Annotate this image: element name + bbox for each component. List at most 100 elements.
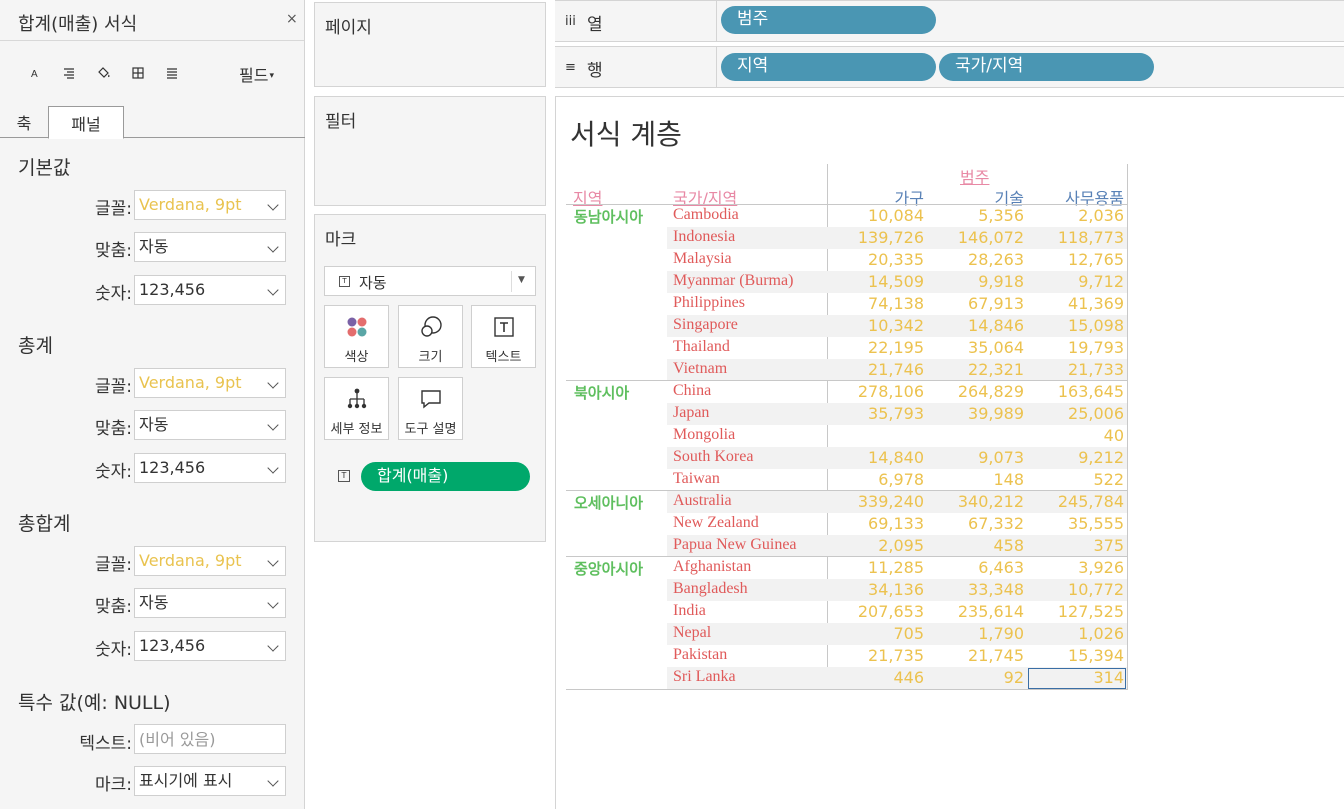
- value-cell: 9,918: [978, 272, 1024, 291]
- grand-totals-number-dropdown[interactable]: 123,456: [134, 631, 286, 661]
- value-cell: 69,133: [868, 514, 924, 533]
- value-cell: 11,285: [868, 558, 924, 577]
- close-icon[interactable]: ×: [286, 11, 298, 27]
- value-cell: 35,793: [868, 404, 924, 423]
- value-cell: 12,765: [1068, 250, 1124, 269]
- value-cell: 339,240: [857, 492, 924, 511]
- country-label: Papua New Guinea: [673, 536, 797, 553]
- country-label: South Korea: [673, 448, 754, 465]
- section-title-totals: 총계: [18, 335, 53, 357]
- tab-pane[interactable]: 패널: [48, 106, 124, 139]
- value-cell: 14,509: [868, 272, 924, 291]
- format-panel: 합계(매출) 서식 × A 필드▾ 축 패널 기본값 글꼴: Verdana, …: [0, 0, 305, 809]
- mark-type-dropdown[interactable]: T 자동 ▼: [324, 266, 536, 296]
- country-label: Indonesia: [673, 228, 736, 245]
- selected-cell[interactable]: [1028, 668, 1126, 689]
- view-title: 서식 계층: [570, 118, 682, 151]
- chevron-down-icon: [267, 462, 279, 474]
- filters-card[interactable]: 필터: [314, 96, 546, 206]
- value-cell: 19,793: [1068, 338, 1124, 357]
- value-cell: 67,332: [968, 514, 1024, 533]
- special-mark-dropdown[interactable]: 표시기에 표시: [134, 766, 286, 796]
- value-cell: 74,138: [868, 294, 924, 313]
- region-divider: [566, 556, 1128, 557]
- chevron-down-icon: [267, 597, 279, 609]
- value-cell: 22,195: [868, 338, 924, 357]
- fields-dropdown[interactable]: 필드▾: [239, 62, 274, 86]
- country-label: Myanmar (Burma): [673, 272, 794, 289]
- tooltip-button[interactable]: 도구 설명: [398, 377, 463, 440]
- country-label: Singapore: [673, 316, 738, 333]
- totals-font-dropdown[interactable]: Verdana, 9pt: [134, 368, 286, 398]
- section-title-special-values: 특수 값(예: NULL): [18, 692, 171, 714]
- country-label: Australia: [673, 492, 732, 509]
- value-cell: 10,342: [868, 316, 924, 335]
- divider: [511, 271, 512, 292]
- size-button[interactable]: 크기: [398, 305, 463, 368]
- country-pill[interactable]: 국가/지역: [939, 53, 1154, 81]
- default-number-dropdown[interactable]: 123,456: [134, 275, 286, 305]
- pages-card[interactable]: 페이지: [314, 2, 546, 87]
- color-button[interactable]: 색상: [324, 305, 389, 368]
- totals-alignment-dropdown[interactable]: 자동: [134, 410, 286, 440]
- font-label: 글꼴:: [94, 377, 132, 397]
- category-pill[interactable]: 범주: [721, 6, 936, 34]
- country-label: India: [673, 602, 706, 619]
- value-cell: 33,348: [968, 580, 1024, 599]
- tab-axis[interactable]: 축: [0, 106, 48, 138]
- value-cell: 6,463: [978, 558, 1024, 577]
- region-label: 북아시아: [574, 384, 630, 402]
- country-label: Philippines: [673, 294, 746, 311]
- shading-icon[interactable]: [92, 62, 114, 84]
- value-cell: 21,733: [1068, 360, 1124, 379]
- value-cell: 5,356: [978, 206, 1024, 225]
- text-format-icon[interactable]: A: [24, 62, 46, 84]
- columns-shelf[interactable]: iii 열: [555, 0, 1344, 42]
- region-divider: [566, 204, 1128, 205]
- grand-totals-font-dropdown[interactable]: Verdana, 9pt: [134, 546, 286, 576]
- chevron-down-icon: [267, 241, 279, 253]
- value-cell: 522: [1093, 470, 1124, 489]
- chevron-down-icon: [267, 284, 279, 296]
- special-text-input[interactable]: [134, 724, 286, 754]
- dropdown-value: 표시기에 표시: [139, 771, 233, 790]
- table-edge: [1127, 164, 1128, 689]
- grand-totals-alignment-dropdown[interactable]: 자동: [134, 588, 286, 618]
- default-alignment-dropdown[interactable]: 자동: [134, 232, 286, 262]
- country-label: Mongolia: [673, 426, 736, 443]
- region-divider: [566, 380, 1128, 381]
- value-cell: 446: [893, 668, 924, 687]
- value-cell: 146,072: [957, 228, 1024, 247]
- value-cell: 39,989: [968, 404, 1024, 423]
- align-icon[interactable]: [58, 62, 80, 84]
- text-button[interactable]: 텍스트: [471, 305, 536, 368]
- alignment-label: 맞춤:: [94, 241, 132, 261]
- section-title-default: 기본값: [18, 157, 71, 179]
- alignment-label: 맞춤:: [94, 597, 132, 617]
- value-cell: 20,335: [868, 250, 924, 269]
- sales-sum-pill[interactable]: 합계(매출): [361, 462, 530, 491]
- value-cell: 67,913: [968, 294, 1024, 313]
- dropdown-value: 자동: [139, 237, 169, 256]
- country-label: China: [673, 382, 712, 399]
- value-cell: 21,735: [868, 646, 924, 665]
- dropdown-value: Verdana, 9pt: [139, 195, 242, 214]
- value-cell: 9,712: [1078, 272, 1124, 291]
- detail-button[interactable]: 세부 정보: [324, 377, 389, 440]
- country-label: Taiwan: [673, 470, 720, 487]
- country-label: Japan: [673, 404, 710, 421]
- columns-label: 열: [587, 15, 603, 35]
- region-pill[interactable]: 지역: [721, 53, 936, 81]
- crosstab: 범주 지역 국가/지역 가구 기술 사무용품 동남아시아 Cambodia 10,084 5,35…: [566, 164, 1128, 690]
- value-cell: 340,212: [957, 492, 1024, 511]
- chevron-down-icon: [267, 419, 279, 431]
- default-font-dropdown[interactable]: Verdana, 9pt: [134, 190, 286, 220]
- lines-icon[interactable]: [161, 62, 183, 84]
- totals-number-dropdown[interactable]: 123,456: [134, 453, 286, 483]
- dropdown-value: Verdana, 9pt: [139, 551, 242, 570]
- rows-shelf-label: ≡ 행: [555, 47, 717, 87]
- section-title-grand-totals: 총합계: [18, 513, 71, 535]
- value-cell: 245,784: [1057, 492, 1124, 511]
- marks-card-title: 마크: [325, 230, 357, 250]
- borders-icon[interactable]: [127, 62, 149, 84]
